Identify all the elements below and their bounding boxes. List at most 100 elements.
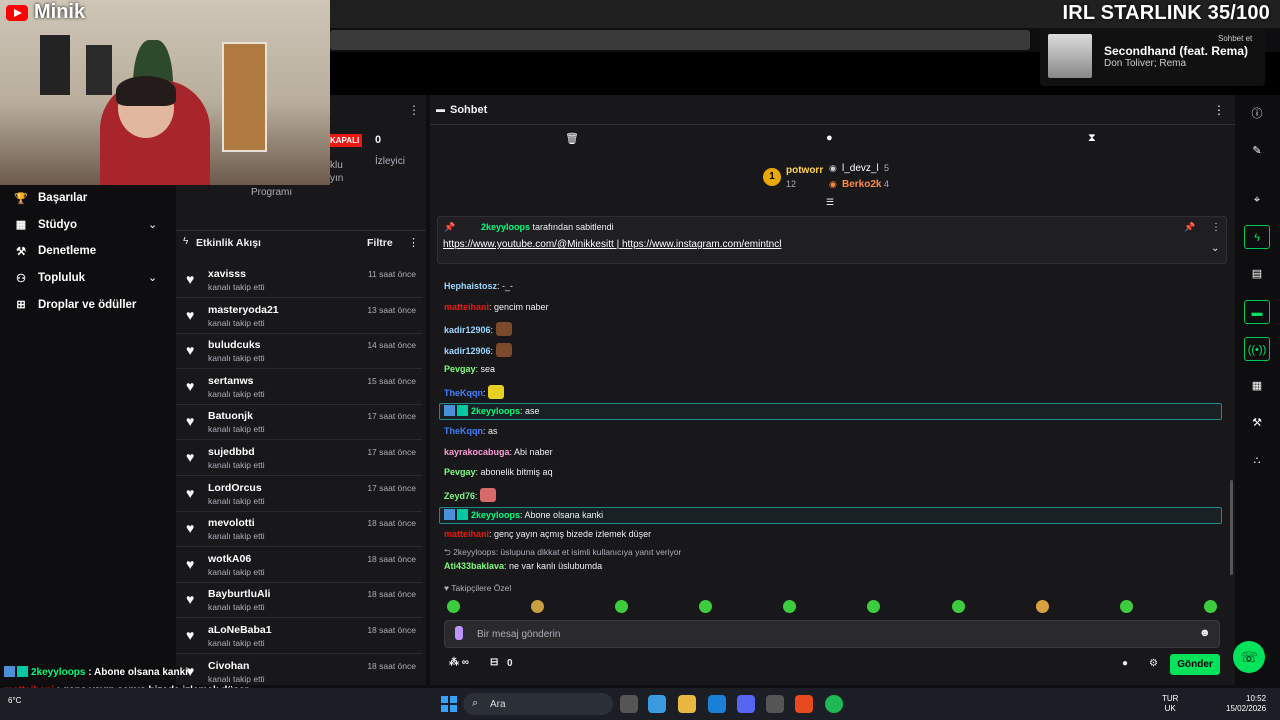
emote-icon[interactable] [1204,600,1217,613]
broadcast-icon[interactable]: ((•)) [1244,337,1270,361]
sidebar-item[interactable]: 🏆 Başarılar [14,188,87,208]
share-icon[interactable]: ∴ [1244,449,1270,473]
pinned-user[interactable]: 2keyyloops [481,222,530,232]
chat-username[interactable]: kadir12906 [444,325,491,335]
chat-message[interactable]: Ati433baklava: ne var kanlı üslubumda [444,561,602,571]
emote-icon[interactable] [783,600,796,613]
edit-icon[interactable]: ✎ [1244,139,1270,163]
sidebar-item[interactable]: ▦ Stüdyo [14,215,77,235]
chat-message[interactable]: Pevgay: sea [444,364,495,374]
obs-icon[interactable] [795,695,813,713]
emote-icon[interactable] [1120,600,1133,613]
chat-bubble-icon[interactable]: ● [1122,658,1128,669]
chat-message[interactable]: TheKqqn: [444,385,505,399]
chat-message[interactable]: Pevgay: abonelik bitmiş aq [444,467,553,477]
chat-bubble-icon[interactable]: ● [826,132,833,144]
chat-username[interactable]: Zeyd76 [444,491,475,501]
mic-icon[interactable] [455,626,463,640]
emote-icon[interactable] [699,600,712,613]
gift-icon[interactable]: ⊟ [490,657,498,668]
wrench-icon[interactable]: ⚒ [1244,411,1270,435]
chat-message[interactable]: Hephaistosz: -_- [444,281,513,291]
chat-menu-icon[interactable]: ⋮ [1213,103,1225,117]
weather-widget[interactable]: 6°C [8,696,21,705]
activity-row[interactable]: ♥ aLoNeBaba1 kanalı takip etti 18 saat önce [176,619,422,654]
help-icon[interactable]: ☏ [1233,641,1265,673]
hourglass-icon[interactable]: ⧗ [1088,132,1096,145]
task-view-icon[interactable] [620,695,638,713]
trash-icon[interactable]: 🗑 [565,132,579,145]
chevron-down-icon[interactable]: ⌄ [148,271,157,284]
chat-message[interactable]: Zeyd76: [444,488,497,502]
activity-row[interactable]: ♥ sujedbbd kanalı takip etti 17 saat önce [176,441,422,476]
activity-row[interactable]: ♥ mevolotti kanalı takip etti 18 saat önce [176,512,422,548]
send-button[interactable]: Gönder [1170,654,1220,675]
chat-username[interactable]: Pevgay [444,364,476,374]
discord-icon[interactable] [737,695,755,713]
file-explorer-icon[interactable] [678,695,696,713]
pinned-link[interactable]: https://www.youtube.com/@Minikkesitt [443,239,614,250]
chat-message[interactable]: TheKqqn: as [444,426,498,436]
gear-icon[interactable]: ⚙ [1149,658,1158,669]
activity-row[interactable]: ♥ BayburtluAli kanalı takip etti 18 saat ön… [176,583,422,619]
expand-icon[interactable]: ☰ [826,197,834,208]
chat-scrollbar[interactable] [1230,480,1233,575]
sidebar-item[interactable]: ⚒ Denetleme [14,241,96,261]
chat-message[interactable]: kayrakocabuga: Abi naber [444,447,553,457]
chat-username[interactable]: Pevgay [444,467,476,477]
activity-row[interactable]: ♥ masteryoda21 kanalı takip etti 13 saat ön… [176,299,422,334]
chat-username[interactable]: matteihani [444,529,489,539]
info-icon[interactable]: ⓘ [1244,102,1270,126]
emote-icon[interactable] [867,600,880,613]
chat-username[interactable]: 2keyyloops [471,510,520,520]
chat-icon[interactable]: ▬ [1244,300,1270,324]
chat-username[interactable]: matteihani [444,302,489,312]
activity-row[interactable]: ♥ buludcuks kanalı takip etti 14 saat önce [176,334,422,370]
emote-icon[interactable] [531,600,544,613]
chat-message[interactable]: 2keyyloops: ase [444,405,540,416]
emote-icon[interactable] [952,600,965,613]
chat-username[interactable]: Hephaistosz [444,281,497,291]
camera-icon[interactable]: ⌖ [1244,188,1270,212]
edge-icon[interactable] [708,695,726,713]
activity-filter-button[interactable]: Filtre [367,237,393,249]
emote-icon[interactable] [447,600,460,613]
chat-input[interactable] [477,621,1177,647]
chat-message[interactable]: kadir12906: [444,343,512,357]
sidebar-item[interactable]: ⚇ Topluluk [14,268,85,288]
chat-message[interactable]: matteihani: gencim naber [444,302,549,312]
clock[interactable]: 10:52 15/02/2026 [1226,694,1266,714]
bolt-icon[interactable]: ϟ [1244,225,1270,249]
emote-icon[interactable] [1036,600,1049,613]
chat-username[interactable]: kadir12906 [444,346,491,356]
more-options-icon[interactable]: ⋮ [408,236,419,249]
pinned-menu-icon[interactable]: ⋮ [1211,222,1221,233]
leaderboard-first-name[interactable]: potworr [786,165,823,176]
activity-row[interactable]: ♥ wotkA06 kanalı takip etti 18 saat önce [176,548,422,583]
windows-start-icon[interactable] [441,696,457,712]
chat-message[interactable]: kadir12906: [444,322,512,336]
copilot-icon[interactable] [648,695,666,713]
chat-message[interactable]: matteihani: genç yayın açmış bizede izle… [444,529,651,539]
address-bar[interactable] [330,30,1030,50]
chevron-down-icon[interactable]: ⌄ [148,218,157,231]
activity-row[interactable]: ♥ sertanws kanalı takip etti 15 saat önce [176,370,422,405]
emoji-icon[interactable]: ☻ [1199,627,1211,639]
document-icon[interactable]: ▤ [1244,262,1270,286]
activity-row[interactable]: ♥ Batuonjk kanalı takip etti 17 saat önce [176,405,422,441]
chat-username[interactable]: 2keyyloops [471,406,520,416]
spotify-icon[interactable] [825,695,843,713]
channel-points[interactable]: ⁂ ∞ [449,657,469,668]
activity-row[interactable]: ♥ LordOrcus kanalı takip etti 17 saat önce [176,477,422,512]
emote-icon[interactable] [615,600,628,613]
chat-username[interactable]: TheKqqn [444,388,483,398]
more-options-icon[interactable]: ⋮ [408,103,420,117]
unpin-icon[interactable]: 📌 [1184,222,1195,233]
leaderboard-second-name[interactable]: l_devz_l [842,163,879,174]
sidebar-item[interactable]: ⊞ Droplar ve ödüller [14,295,136,315]
activity-row[interactable]: ♥ xavisss kanalı takip etti 11 saat önce [176,263,422,298]
taskbar-search-box[interactable] [463,693,613,715]
chat-username[interactable]: TheKqqn [444,426,483,436]
leaderboard-third-name[interactable]: Berko2k [842,179,881,190]
layout-icon[interactable]: ▦ [1244,374,1270,398]
